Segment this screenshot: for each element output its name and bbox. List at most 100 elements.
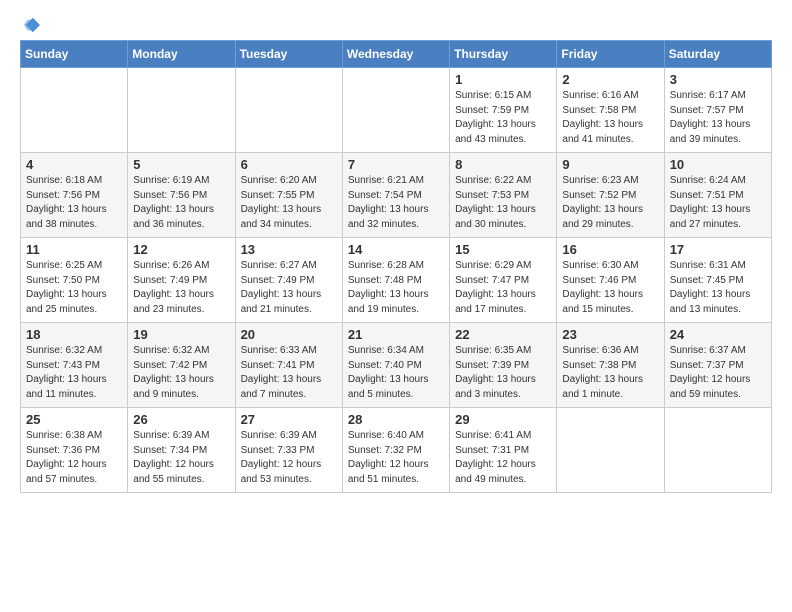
calendar-cell <box>21 68 128 153</box>
logo <box>20 16 40 34</box>
day-content: Sunrise: 6:37 AM Sunset: 7:37 PM Dayligh… <box>670 344 766 402</box>
day-number: 20 <box>241 327 337 342</box>
day-number: 19 <box>133 327 229 342</box>
calendar-cell: 11 Sunrise: 6:25 AM Sunset: 7:50 PM Dayli… <box>21 238 128 323</box>
header-day-tuesday: Tuesday <box>235 41 342 68</box>
day-number: 8 <box>455 157 551 172</box>
day-content: Sunrise: 6:21 AM Sunset: 7:54 PM Dayligh… <box>348 174 444 232</box>
day-number: 28 <box>348 412 444 427</box>
calendar-cell: 6 Sunrise: 6:20 AM Sunset: 7:55 PM Daylig… <box>235 153 342 238</box>
calendar-week-row: 1Sunrise: 6:15 AM Sunset: 7:59 PM Daylig… <box>21 68 772 153</box>
calendar-table: SundayMondayTuesdayWednesdayThursdayFrid… <box>20 40 772 493</box>
calendar-cell <box>557 408 664 493</box>
day-content: Sunrise: 6:28 AM Sunset: 7:48 PM Dayligh… <box>348 259 444 317</box>
calendar-cell: 7 Sunrise: 6:21 AM Sunset: 7:54 PM Daylig… <box>342 153 449 238</box>
calendar-cell: 9 Sunrise: 6:23 AM Sunset: 7:52 PM Daylig… <box>557 153 664 238</box>
day-number: 24 <box>670 327 766 342</box>
calendar-cell: 20 Sunrise: 6:33 AM Sunset: 7:41 PM Dayli… <box>235 323 342 408</box>
calendar-cell: 25 Sunrise: 6:38 AM Sunset: 7:36 PM Dayli… <box>21 408 128 493</box>
calendar-cell: 15 Sunrise: 6:29 AM Sunset: 7:47 PM Dayli… <box>450 238 557 323</box>
day-content: Sunrise: 6:25 AM Sunset: 7:50 PM Dayligh… <box>26 259 122 317</box>
day-number: 6 <box>241 157 337 172</box>
calendar-cell <box>664 408 771 493</box>
day-number: 3 <box>670 72 766 87</box>
day-content: Sunrise: 6:20 AM Sunset: 7:55 PM Dayligh… <box>241 174 337 232</box>
calendar-cell: 17 Sunrise: 6:31 AM Sunset: 7:45 PM Dayli… <box>664 238 771 323</box>
header-day-saturday: Saturday <box>664 41 771 68</box>
calendar-week-row: 25 Sunrise: 6:38 AM Sunset: 7:36 PM Dayli… <box>21 408 772 493</box>
day-number: 9 <box>562 157 658 172</box>
day-number: 13 <box>241 242 337 257</box>
calendar-cell: 27 Sunrise: 6:39 AM Sunset: 7:33 PM Dayli… <box>235 408 342 493</box>
calendar-week-row: 4 Sunrise: 6:18 AM Sunset: 7:56 PM Daylig… <box>21 153 772 238</box>
calendar-week-row: 18 Sunrise: 6:32 AM Sunset: 7:43 PM Dayli… <box>21 323 772 408</box>
calendar-cell: 12 Sunrise: 6:26 AM Sunset: 7:49 PM Dayli… <box>128 238 235 323</box>
day-content: Sunrise: 6:34 AM Sunset: 7:40 PM Dayligh… <box>348 344 444 402</box>
day-number: 22 <box>455 327 551 342</box>
day-content: Sunrise: 6:39 AM Sunset: 7:33 PM Dayligh… <box>241 429 337 487</box>
day-content: Sunrise: 6:22 AM Sunset: 7:53 PM Dayligh… <box>455 174 551 232</box>
day-content: Sunrise: 6:32 AM Sunset: 7:42 PM Dayligh… <box>133 344 229 402</box>
calendar-cell: 1Sunrise: 6:15 AM Sunset: 7:59 PM Daylig… <box>450 68 557 153</box>
day-content: Sunrise: 6:36 AM Sunset: 7:38 PM Dayligh… <box>562 344 658 402</box>
header-area <box>20 16 772 34</box>
calendar-cell: 4 Sunrise: 6:18 AM Sunset: 7:56 PM Daylig… <box>21 153 128 238</box>
calendar-cell: 16 Sunrise: 6:30 AM Sunset: 7:46 PM Dayli… <box>557 238 664 323</box>
day-content: Sunrise: 6:17 AM Sunset: 7:57 PM Dayligh… <box>670 89 766 147</box>
header-day-wednesday: Wednesday <box>342 41 449 68</box>
day-number: 18 <box>26 327 122 342</box>
day-number: 25 <box>26 412 122 427</box>
calendar-cell: 29 Sunrise: 6:41 AM Sunset: 7:31 PM Dayli… <box>450 408 557 493</box>
day-number: 11 <box>26 242 122 257</box>
calendar-cell: 28 Sunrise: 6:40 AM Sunset: 7:32 PM Dayli… <box>342 408 449 493</box>
day-content: Sunrise: 6:41 AM Sunset: 7:31 PM Dayligh… <box>455 429 551 487</box>
day-number: 5 <box>133 157 229 172</box>
day-content: Sunrise: 6:32 AM Sunset: 7:43 PM Dayligh… <box>26 344 122 402</box>
day-number: 15 <box>455 242 551 257</box>
day-content: Sunrise: 6:16 AM Sunset: 7:58 PM Dayligh… <box>562 89 658 147</box>
day-number: 14 <box>348 242 444 257</box>
day-number: 4 <box>26 157 122 172</box>
calendar-cell: 19 Sunrise: 6:32 AM Sunset: 7:42 PM Dayli… <box>128 323 235 408</box>
day-number: 29 <box>455 412 551 427</box>
day-content: Sunrise: 6:18 AM Sunset: 7:56 PM Dayligh… <box>26 174 122 232</box>
calendar-cell: 14 Sunrise: 6:28 AM Sunset: 7:48 PM Dayli… <box>342 238 449 323</box>
logo-icon <box>22 16 40 34</box>
day-number: 12 <box>133 242 229 257</box>
day-content: Sunrise: 6:23 AM Sunset: 7:52 PM Dayligh… <box>562 174 658 232</box>
day-content: Sunrise: 6:29 AM Sunset: 7:47 PM Dayligh… <box>455 259 551 317</box>
day-number: 16 <box>562 242 658 257</box>
calendar-cell: 21Sunrise: 6:34 AM Sunset: 7:40 PM Dayli… <box>342 323 449 408</box>
calendar-cell: 23 Sunrise: 6:36 AM Sunset: 7:38 PM Dayli… <box>557 323 664 408</box>
calendar-cell: 18 Sunrise: 6:32 AM Sunset: 7:43 PM Dayli… <box>21 323 128 408</box>
day-content: Sunrise: 6:30 AM Sunset: 7:46 PM Dayligh… <box>562 259 658 317</box>
day-content: Sunrise: 6:31 AM Sunset: 7:45 PM Dayligh… <box>670 259 766 317</box>
calendar-cell: 5Sunrise: 6:19 AM Sunset: 7:56 PM Daylig… <box>128 153 235 238</box>
calendar-cell: 3 Sunrise: 6:17 AM Sunset: 7:57 PM Daylig… <box>664 68 771 153</box>
calendar-cell: 8 Sunrise: 6:22 AM Sunset: 7:53 PM Daylig… <box>450 153 557 238</box>
calendar-cell: 13Sunrise: 6:27 AM Sunset: 7:49 PM Dayli… <box>235 238 342 323</box>
calendar-cell: 10 Sunrise: 6:24 AM Sunset: 7:51 PM Dayli… <box>664 153 771 238</box>
calendar-header-row: SundayMondayTuesdayWednesdayThursdayFrid… <box>21 41 772 68</box>
day-content: Sunrise: 6:35 AM Sunset: 7:39 PM Dayligh… <box>455 344 551 402</box>
calendar-cell <box>128 68 235 153</box>
day-number: 17 <box>670 242 766 257</box>
header-day-sunday: Sunday <box>21 41 128 68</box>
day-content: Sunrise: 6:33 AM Sunset: 7:41 PM Dayligh… <box>241 344 337 402</box>
calendar-cell: 24 Sunrise: 6:37 AM Sunset: 7:37 PM Dayli… <box>664 323 771 408</box>
header-day-monday: Monday <box>128 41 235 68</box>
day-content: Sunrise: 6:38 AM Sunset: 7:36 PM Dayligh… <box>26 429 122 487</box>
day-number: 26 <box>133 412 229 427</box>
calendar-week-row: 11 Sunrise: 6:25 AM Sunset: 7:50 PM Dayli… <box>21 238 772 323</box>
day-number: 2 <box>562 72 658 87</box>
day-content: Sunrise: 6:24 AM Sunset: 7:51 PM Dayligh… <box>670 174 766 232</box>
day-number: 7 <box>348 157 444 172</box>
day-number: 10 <box>670 157 766 172</box>
calendar-cell <box>342 68 449 153</box>
day-number: 27 <box>241 412 337 427</box>
calendar-cell: 22 Sunrise: 6:35 AM Sunset: 7:39 PM Dayli… <box>450 323 557 408</box>
calendar-cell <box>235 68 342 153</box>
day-content: Sunrise: 6:40 AM Sunset: 7:32 PM Dayligh… <box>348 429 444 487</box>
day-number: 23 <box>562 327 658 342</box>
day-content: Sunrise: 6:26 AM Sunset: 7:49 PM Dayligh… <box>133 259 229 317</box>
